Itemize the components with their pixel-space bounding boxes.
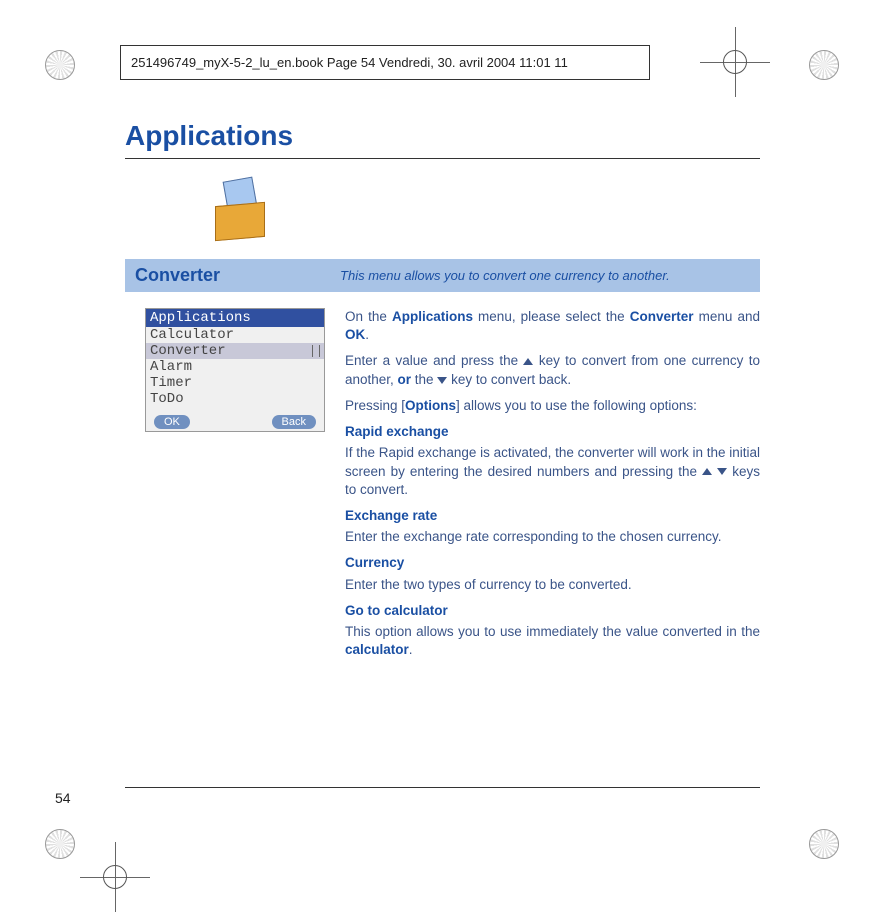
phone-item-timer: Timer <box>146 375 324 391</box>
printer-info-bar: 251496749_myX-5-2_lu_en.book Page 54 Ven… <box>120 45 650 80</box>
page-number: 54 <box>55 790 71 806</box>
section-bar: Converter This menu allows you to conver… <box>125 259 760 292</box>
applications-icon <box>205 179 275 239</box>
para-rate: Enter the exchange rate corresponding to… <box>345 528 760 546</box>
body-text: On the Applications menu, please select … <box>345 308 760 668</box>
para-3: Pressing [Options] allows you to use the… <box>345 397 760 415</box>
cropmark-tl <box>40 45 80 85</box>
down-arrow-icon <box>437 377 447 384</box>
section-title: Converter <box>135 265 220 286</box>
printer-info-text: 251496749_myX-5-2_lu_en.book Page 54 Ven… <box>131 55 568 70</box>
para-calc: This option allows you to use immediatel… <box>345 623 760 659</box>
phone-screenshot: Applications Calculator Converter Alarm … <box>145 308 325 468</box>
subhead-currency: Currency <box>345 554 760 572</box>
phone-softkey-back: Back <box>272 415 316 429</box>
phone-item-converter: Converter <box>146 343 324 359</box>
page-heading: Applications <box>125 120 760 159</box>
phone-item-calculator: Calculator <box>146 327 324 343</box>
phone-item-todo: ToDo <box>146 391 324 407</box>
para-currency: Enter the two types of currency to be co… <box>345 576 760 594</box>
down-arrow-icon <box>717 468 727 475</box>
phone-item-alarm: Alarm <box>146 359 324 375</box>
section-desc: This menu allows you to convert one curr… <box>340 268 670 283</box>
subhead-rate: Exchange rate <box>345 507 760 525</box>
cropmark-br <box>804 824 844 864</box>
subhead-rapid: Rapid exchange <box>345 423 760 441</box>
up-arrow-icon <box>702 468 712 475</box>
phone-softkey-ok: OK <box>154 415 190 429</box>
phone-title: Applications <box>146 309 324 327</box>
para-rapid: If the Rapid exchange is activated, the … <box>345 444 760 499</box>
cropmark-bl <box>40 824 80 864</box>
cropmark-tr <box>804 45 844 85</box>
up-arrow-icon <box>523 358 533 365</box>
para-2: Enter a value and press the key to conve… <box>345 352 760 388</box>
subhead-calc: Go to calculator <box>345 602 760 620</box>
para-1: On the Applications menu, please select … <box>345 308 760 344</box>
footer-rule <box>125 787 760 788</box>
